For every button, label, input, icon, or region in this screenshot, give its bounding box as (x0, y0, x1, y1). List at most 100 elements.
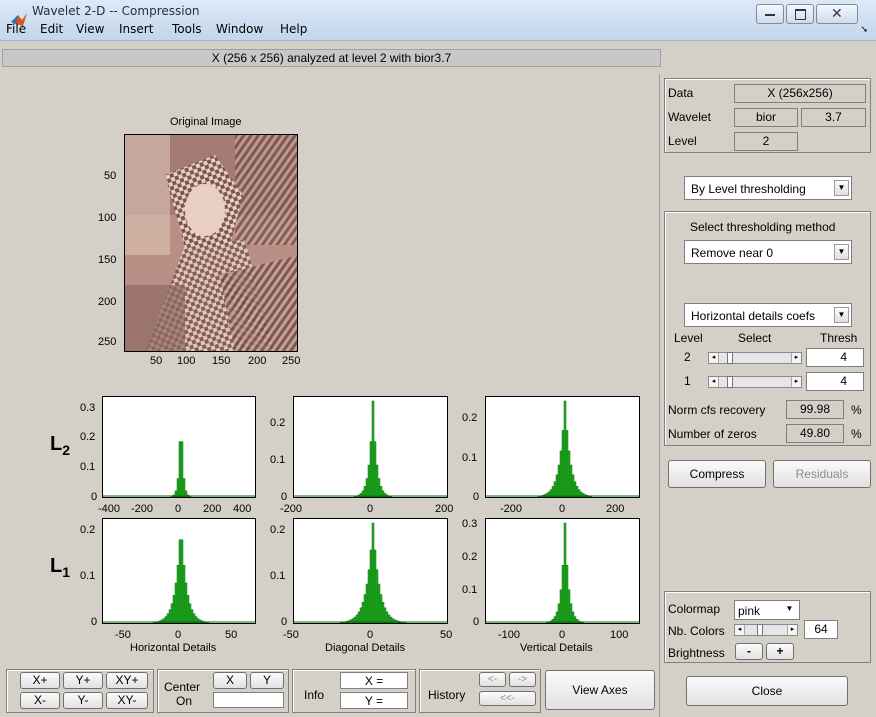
histogram-bar (371, 400, 375, 497)
nb-colors-slider[interactable]: ◂ ▸ (734, 624, 798, 636)
ytick: 0.2 (462, 551, 478, 563)
histogram-bar (557, 603, 561, 623)
nb-colors-field[interactable]: 64 (804, 620, 838, 639)
xtick: 200 (606, 503, 625, 515)
ytick: 0.1 (80, 461, 96, 473)
histogram-bar (567, 589, 571, 623)
histogram-bar (375, 569, 379, 623)
histogram-bar (377, 583, 381, 623)
menu-window[interactable]: Window (216, 22, 263, 36)
slider-right-arrow-icon: ▸ (791, 377, 801, 387)
original-ytick: 50 (104, 170, 117, 182)
ytick: 0.2 (80, 431, 96, 443)
histogram-bar (174, 582, 178, 623)
histogram-bar (357, 611, 361, 623)
residuals-button[interactable]: Residuals (773, 460, 871, 488)
dock-arrow-icon[interactable]: ➘ (860, 24, 868, 35)
histogram-bar (180, 441, 184, 497)
col-select-header: Select (738, 331, 772, 345)
history-first-button[interactable]: <<- (479, 691, 536, 706)
history-back-button[interactable]: <- (479, 672, 506, 687)
thresh-field-level-1[interactable]: 4 (806, 372, 864, 391)
method-value: Remove near 0 (691, 246, 774, 260)
histogram-bar (565, 430, 569, 497)
info-label: Info (304, 688, 325, 702)
zoom-x-minus-button[interactable]: X- (20, 692, 60, 709)
threshold-mode-select[interactable]: By Level thresholding ▼ (684, 176, 852, 200)
histogram-bar (551, 486, 555, 497)
ytick: 0.2 (270, 524, 286, 536)
histogram-bar (369, 441, 373, 497)
analysis-status: X (256 x 256) analyzed at level 2 with b… (2, 49, 661, 67)
zoom-xy-plus-button[interactable]: XY+ (106, 672, 148, 689)
ytick: 0.2 (270, 417, 286, 429)
zoom-y-plus-button[interactable]: Y+ (63, 672, 103, 689)
threshold-slider-level-2[interactable]: ◂ ▸ (708, 352, 802, 364)
histogram-bar (557, 464, 561, 497)
menu-bar: File Edit View Insert Tools Window Help … (0, 20, 876, 40)
colormap-label: Colormap (668, 602, 721, 616)
original-xtick: 200 (248, 355, 267, 367)
histogram-bar (379, 486, 383, 497)
histogram-bar (160, 619, 164, 623)
histogram-bar (178, 441, 182, 497)
histogram-bar (373, 549, 377, 623)
histogram-bar (190, 609, 194, 623)
view-axes-button[interactable]: View Axes (545, 670, 655, 710)
brightness-plus-button[interactable]: + (766, 643, 794, 660)
threshold-slider-level-1[interactable]: ◂ ▸ (708, 376, 802, 388)
compress-button[interactable]: Compress (668, 460, 766, 488)
histogram-bar (555, 611, 559, 623)
xtick: 200 (435, 503, 454, 515)
center-x-button[interactable]: X (213, 672, 247, 689)
history-forward-button[interactable]: -> (509, 672, 536, 687)
zeros-label: Number of zeros (668, 427, 757, 441)
histogram-bar (184, 582, 188, 623)
slider-left-arrow-icon: ◂ (709, 377, 719, 387)
wavelet-family-field: bior (734, 108, 798, 127)
menu-edit[interactable]: Edit (40, 22, 63, 36)
data-label: Data (668, 86, 694, 100)
ytick: 0 (281, 616, 288, 628)
brightness-minus-button[interactable]: - (735, 643, 763, 660)
center-y-button[interactable]: Y (250, 672, 284, 689)
hist-l2-diagonal (293, 396, 448, 498)
hist-l2-vertical (485, 396, 640, 498)
zoom-xy-minus-button[interactable]: XY- (106, 692, 148, 709)
slider-thumb[interactable] (757, 624, 763, 636)
slider-left-arrow-icon: ◂ (735, 625, 745, 635)
xtick: 0 (367, 629, 374, 641)
original-xtick: 50 (150, 355, 163, 367)
menu-insert[interactable]: Insert (119, 22, 153, 36)
colormap-select[interactable]: pink ▼ (734, 600, 800, 620)
xtick: -400 (98, 503, 121, 515)
threshold-mode-value: By Level thresholding (691, 182, 806, 196)
histogram-bar (182, 478, 186, 497)
close-button[interactable]: Close (686, 676, 848, 706)
slider-thumb[interactable] (727, 352, 733, 364)
xtick: -200 (280, 503, 303, 515)
thresh-field-level-2[interactable]: 4 (806, 348, 864, 367)
method-select[interactable]: Remove near 0 ▼ (684, 240, 852, 264)
ytick: 0 (473, 491, 480, 503)
menu-help[interactable]: Help (280, 22, 307, 36)
zoom-y-minus-button[interactable]: Y- (63, 692, 103, 709)
plot-title: Horizontal Details (130, 642, 217, 654)
histogram-bar (385, 611, 389, 623)
menu-file[interactable]: File (6, 22, 26, 36)
slider-thumb[interactable] (727, 376, 733, 388)
coefs-select[interactable]: Horizontal details coefs ▼ (684, 303, 852, 327)
ytick: 0.2 (462, 412, 478, 424)
histogram-bar (571, 474, 575, 497)
zeros-value: 49.80 (786, 424, 844, 443)
zoom-x-plus-button[interactable]: X+ (20, 672, 60, 689)
xtick: -100 (498, 629, 521, 641)
center-value-field[interactable] (213, 692, 284, 708)
menu-view[interactable]: View (76, 22, 104, 36)
histogram-bar (178, 539, 182, 623)
xtick: -200 (131, 503, 154, 515)
col-thresh-header: Thresh (820, 331, 858, 345)
menu-tools[interactable]: Tools (172, 22, 202, 36)
plot-title: Vertical Details (520, 642, 593, 654)
histogram-bar (555, 474, 559, 497)
